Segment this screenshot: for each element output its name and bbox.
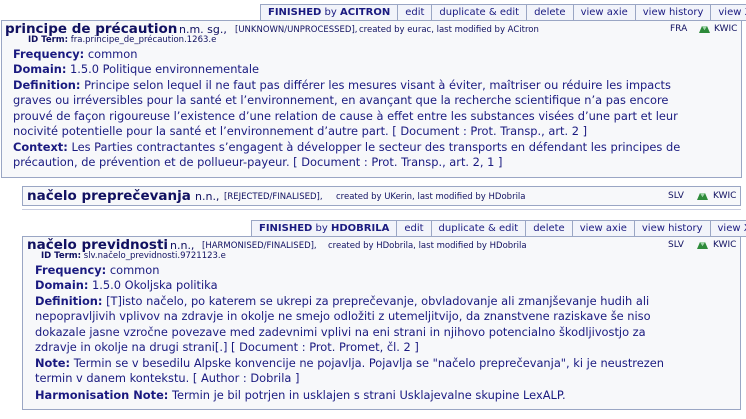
entry3-language: SLV bbox=[668, 240, 684, 250]
entry2-kwic-link[interactable]: KWIC bbox=[713, 191, 736, 201]
entry1-kwic-link[interactable]: KWIC bbox=[714, 24, 737, 34]
entry2-status: [REJECTED/FINALISED], bbox=[224, 192, 323, 202]
entry1-view-xml-button[interactable]: view XML bbox=[710, 5, 746, 20]
entry3-card: načelo previdnosti n.n., [HARMONISED/FIN… bbox=[22, 236, 741, 410]
entry1-view-axie-button[interactable]: view axie bbox=[572, 5, 635, 20]
entry3-frequency: Frequency: common bbox=[35, 263, 160, 277]
entry1-context: Context: Les Parties contractantes s’eng… bbox=[13, 140, 681, 170]
entry3-edit-button[interactable]: edit bbox=[396, 221, 430, 236]
entry3-kwic-icon[interactable] bbox=[697, 241, 708, 250]
entry3-view-history-button[interactable]: view history bbox=[633, 221, 710, 236]
entry3-harmonisation-note: Harmonisation Note: Termin je bil potrje… bbox=[35, 388, 566, 402]
entry3-note: Note: Termin se v besedilu Alpske konven… bbox=[35, 356, 664, 386]
entry2-grammar: n.n., bbox=[195, 190, 220, 203]
entry2-divider bbox=[22, 209, 741, 210]
entry3-kwic-link[interactable]: KWIC bbox=[713, 240, 736, 250]
entry3-view-xml-button[interactable]: view XML bbox=[709, 221, 746, 236]
entry3-id-term: ID Term: slv.načelo_previdnosti.9721123.… bbox=[41, 251, 226, 261]
entry1-id-term: ID Term: fra.principe_de_précaution.1263… bbox=[28, 35, 217, 45]
entry2-meta: created by UKerin, last modified by HDob… bbox=[336, 192, 526, 202]
entry3-duplicate-edit-button[interactable]: duplicate & edit bbox=[430, 221, 526, 236]
entry1-definition: Definition: Principe selon lequel il ne … bbox=[13, 78, 678, 139]
entry1-status: [UNKNOWN/UNPROCESSED], bbox=[235, 25, 358, 35]
entry3-status: [HARMONISED/FINALISED], bbox=[202, 241, 317, 251]
entry2-kwic-icon[interactable] bbox=[697, 192, 708, 201]
entry3-domain: Domain: 1.5.0 Okoljska politika bbox=[35, 278, 218, 292]
entry1-toolbar: FINISHED by ACITRON edit duplicate & edi… bbox=[260, 4, 746, 21]
entry1-delete-button[interactable]: delete bbox=[526, 5, 573, 20]
entry1-kwic-icon[interactable] bbox=[699, 25, 710, 34]
entry3-toolbar: FINISHED by HDOBRILA edit duplicate & ed… bbox=[251, 220, 746, 237]
entry1-language: FRA bbox=[670, 24, 688, 34]
entry2-language: SLV bbox=[668, 191, 684, 201]
entry1-edit-button[interactable]: edit bbox=[397, 5, 431, 20]
entry1-frequency: Frequency: common bbox=[13, 47, 138, 61]
entry1-duplicate-edit-button[interactable]: duplicate & edit bbox=[431, 5, 526, 20]
entry1-domain: Domain: 1.5.0 Politique environnementale bbox=[13, 62, 260, 76]
entry1-view-history-button[interactable]: view history bbox=[634, 5, 711, 20]
entry3-status-label: FINISHED by HDOBRILA bbox=[259, 223, 390, 234]
entry1-card: principe de précaution n.m. sg., [UNKNOW… bbox=[1, 20, 742, 178]
entry1-meta: created by eurac, last modified by ACitr… bbox=[359, 25, 539, 35]
entry3-view-axie-button[interactable]: view axie bbox=[571, 221, 634, 236]
entry2-term: načelo preprečevanja bbox=[27, 188, 191, 204]
entry3-delete-button[interactable]: delete bbox=[525, 221, 572, 236]
entry2-card: načelo preprečevanja n.n., [REJECTED/FIN… bbox=[22, 186, 741, 206]
entry3-meta: created by HDobrila, last modified by HD… bbox=[328, 241, 527, 251]
entry1-status-label: FINISHED by ACITRON bbox=[268, 7, 391, 18]
entry3-definition: Definition: [T]isto načelo, po katerem s… bbox=[35, 294, 651, 355]
